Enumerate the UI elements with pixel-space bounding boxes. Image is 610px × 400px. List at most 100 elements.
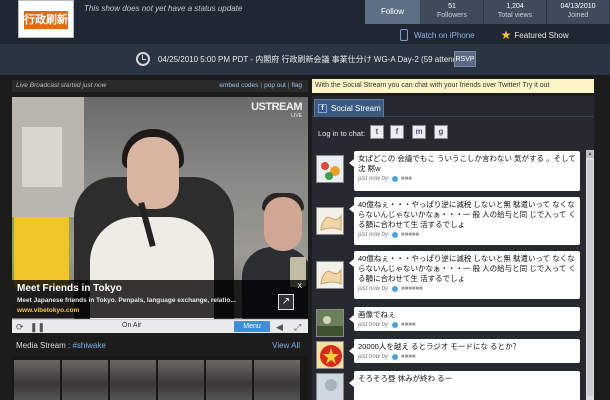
avatar-image-icon [317,156,343,182]
media-thumbnail[interactable] [254,360,300,400]
message-bubble: 40億ねぇ・・・やっぱり逆に減税 しないと無 駄遣いって なくならないんじゃない… [349,197,580,245]
media-thumbnail[interactable] [158,360,204,400]
watch-on-iphone-link[interactable]: Watch on iPhone [414,31,475,40]
chat-scrollbar[interactable]: ▲ [586,150,594,400]
message-user[interactable]: ■■■■■ [401,232,419,238]
message-meta: just now by ■■■■ [358,354,576,360]
featured-show-link[interactable]: Featured Show [514,31,568,40]
status-update: This show does not yet have a status upd… [84,4,243,13]
refresh-icon[interactable]: ⟳ [16,321,24,333]
view-all-link[interactable]: View All [272,341,300,350]
twitter-icon [392,354,399,360]
ad-overlay[interactable]: Meet Friends in Tokyo Meet Japanese frie… [12,280,308,318]
twitter-login-icon[interactable]: t [370,125,384,139]
tab-social-stream[interactable]: f Social Stream [314,99,384,117]
player-menu-button[interactable]: Menu [234,321,270,332]
avatar[interactable] [316,309,344,337]
message-user[interactable]: ■■■■ [401,354,416,360]
avatar[interactable] [316,261,344,289]
myspace-login-icon[interactable]: m [412,125,426,139]
message-user[interactable]: ■■■ [401,176,412,182]
message-text: 20000人を越え るとラジオ モードにな るとか？ [358,342,520,351]
rsvp-button[interactable]: RSVP [454,51,476,67]
media-thumbnail[interactable] [110,360,156,400]
star-icon: ★ [500,28,512,42]
page-header: 行政刷新 This show does not yet have a statu… [0,0,610,44]
ad-open-icon[interactable]: ↗ [278,294,294,310]
live-broadcast-bar: Live Broadcast started just now embed co… [12,80,308,92]
stat-value: 04/13/2010 [560,3,596,10]
message-text: 女ばどこの 会議でもこ ういうこしか言わない 気がする 。そして沈 黙w [358,154,576,173]
message-meta: just now by ■■■■■ [358,232,576,238]
follow-button[interactable]: Follow [365,0,421,24]
stat-joined: 04/13/2010 Joined [547,0,610,24]
stat-value: 51 [448,3,456,10]
ad-url[interactable]: www.vibetokyo.com [17,307,79,314]
header-links: Watch on iPhone ★ Featured Show [400,28,569,42]
live-status-text: Live Broadcast started just now [16,82,107,89]
logo-text: 行政刷新 [24,11,68,29]
ad-description: Meet Japanese friends in Tokyo. Penpals,… [17,297,236,304]
show-logo[interactable]: 行政刷新 [18,0,74,38]
link-separator: | [260,82,263,89]
avatar[interactable] [316,207,344,235]
ad-close-button[interactable]: X [297,283,302,290]
message-meta: just now by ■■■■ [358,322,576,328]
video-person-right-head [264,197,302,251]
video-speaker-head [127,137,179,209]
pop-out-link[interactable]: pop out [264,82,286,89]
chat-panel: Log in to chat: t f m g 女ばどこの 会議でもこ ういうこ… [312,117,594,400]
social-tab-bar: f Social Stream [312,96,594,117]
ustream-live-label: LIVE [291,113,302,119]
message-time: just now by [358,232,389,238]
message-text: 40億ねぇ・・・やっぱり逆に減税 しないと無 駄遣いって なくならないんじゃない… [358,200,576,229]
flag-link[interactable]: flag [292,82,302,89]
media-thumbnail[interactable] [14,360,60,400]
event-info: 04/25/2010 5:00 PM PDT - 内閣府 行政刷新会議 事業仕分… [158,55,471,64]
media-stream-title: Media Stream : [16,341,73,350]
avatar[interactable] [316,341,344,369]
chat-messages: 女ばどこの 会議でもこ ういうこしか言わない 気がする 。そして沈 黙w jus… [316,151,584,400]
login-to-chat-label: Log in to chat: [318,129,366,138]
facebook-icon: f [318,104,327,113]
stats-bar: Follow 51 Followers 1,204 Total views 04… [365,0,610,24]
fullscreen-icon[interactable]: ⤢ [294,321,301,333]
twitter-icon [392,322,399,328]
scroll-up-arrow-icon[interactable]: ▲ [586,150,594,158]
avatar[interactable] [316,155,344,183]
stat-label: Joined [567,12,589,19]
clock-icon [136,52,150,66]
video-bg-board [22,127,62,187]
message-bubble: 女ばどこの 会議でもこ ういうこしか言わない 気がする 。そして沈 黙w jus… [349,151,580,191]
ustream-watermark: USTREAM [251,101,302,113]
stat-followers[interactable]: 51 Followers [421,0,484,24]
facebook-login-icon[interactable]: f [390,125,404,139]
twitter-icon [392,286,399,292]
twitter-icon [392,232,399,238]
media-thumbnail[interactable] [62,360,108,400]
pause-icon[interactable]: ❚❚ [30,321,45,333]
embed-codes-link[interactable]: embed codes [219,82,258,89]
avatar-map-icon [317,208,343,234]
ad-title[interactable]: Meet Friends in Tokyo [17,283,122,294]
message-bubble: 画像でねぇ just now by ■■■■ [349,307,580,331]
scroll-thumb[interactable] [587,160,593,396]
volume-icon[interactable]: ◀ [276,321,283,333]
tab-label: Social Stream [331,104,381,113]
video-bg-yellow [14,217,69,287]
message-user[interactable]: ■■■■■■ [401,286,423,292]
google-login-icon[interactable]: g [434,125,448,139]
media-thumbnail[interactable] [206,360,252,400]
message-text: 画像でねぇ [358,310,396,319]
message-time: just now by [358,176,389,182]
avatar[interactable] [316,373,344,400]
player-controls: ⟳ ❚❚ On Air Menu ◀ ⤢ [12,319,308,333]
twitter-icon [392,176,399,182]
phone-icon [400,29,408,41]
stat-value: 1,204 [506,3,524,10]
hashtag-link[interactable]: #shiwake [72,341,105,350]
stat-label: Total views [497,12,533,19]
message-time: just now by [358,322,389,328]
message-user[interactable]: ■■■■ [401,322,416,328]
media-stream-label: Media Stream : #shiwake [16,341,106,350]
